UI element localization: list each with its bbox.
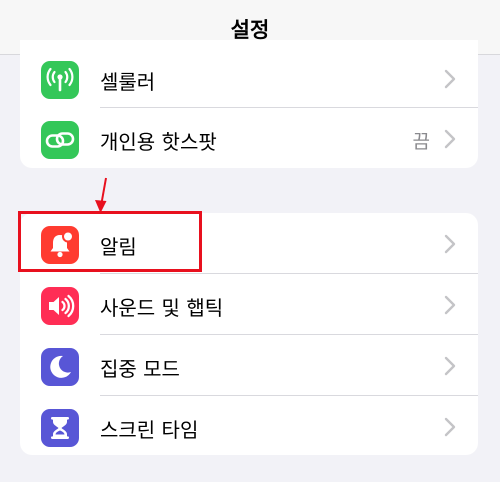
settings-group-network: 셀룰러 개인용 핫스팟 끔 (20, 40, 478, 168)
settings-row-label: 사운드 및 햅틱 (100, 296, 224, 320)
settings-row-label: 개인용 핫스팟 (100, 130, 217, 154)
settings-row-cellular[interactable]: 셀룰러 (20, 48, 478, 108)
chevron-right-icon (442, 233, 458, 255)
chevron-right-icon (442, 355, 458, 377)
settings-row-label: 셀룰러 (100, 70, 156, 94)
link-chain-icon (41, 121, 79, 159)
chevron-right-icon (442, 416, 458, 438)
chevron-right-icon (442, 294, 458, 316)
annotation-highlight-box (18, 211, 202, 272)
hourglass-icon (41, 409, 79, 447)
antenna-icon (41, 61, 79, 99)
settings-row-sounds-haptics[interactable]: 사운드 및 햅틱 (20, 274, 478, 334)
settings-row-personal-hotspot[interactable]: 개인용 핫스팟 끔 (20, 108, 478, 168)
hotspot-status-value: 끔 (412, 131, 430, 153)
chevron-right-icon (442, 68, 458, 90)
chevron-right-icon (442, 128, 458, 150)
settings-row-label: 집중 모드 (100, 357, 180, 381)
moon-icon (41, 348, 79, 386)
speaker-icon (41, 287, 79, 325)
annotation-arrow-icon (90, 176, 112, 214)
settings-row-screen-time[interactable]: 스크린 타임 (20, 396, 478, 455)
settings-row-label: 스크린 타임 (100, 418, 199, 442)
settings-row-focus[interactable]: 집중 모드 (20, 335, 478, 395)
